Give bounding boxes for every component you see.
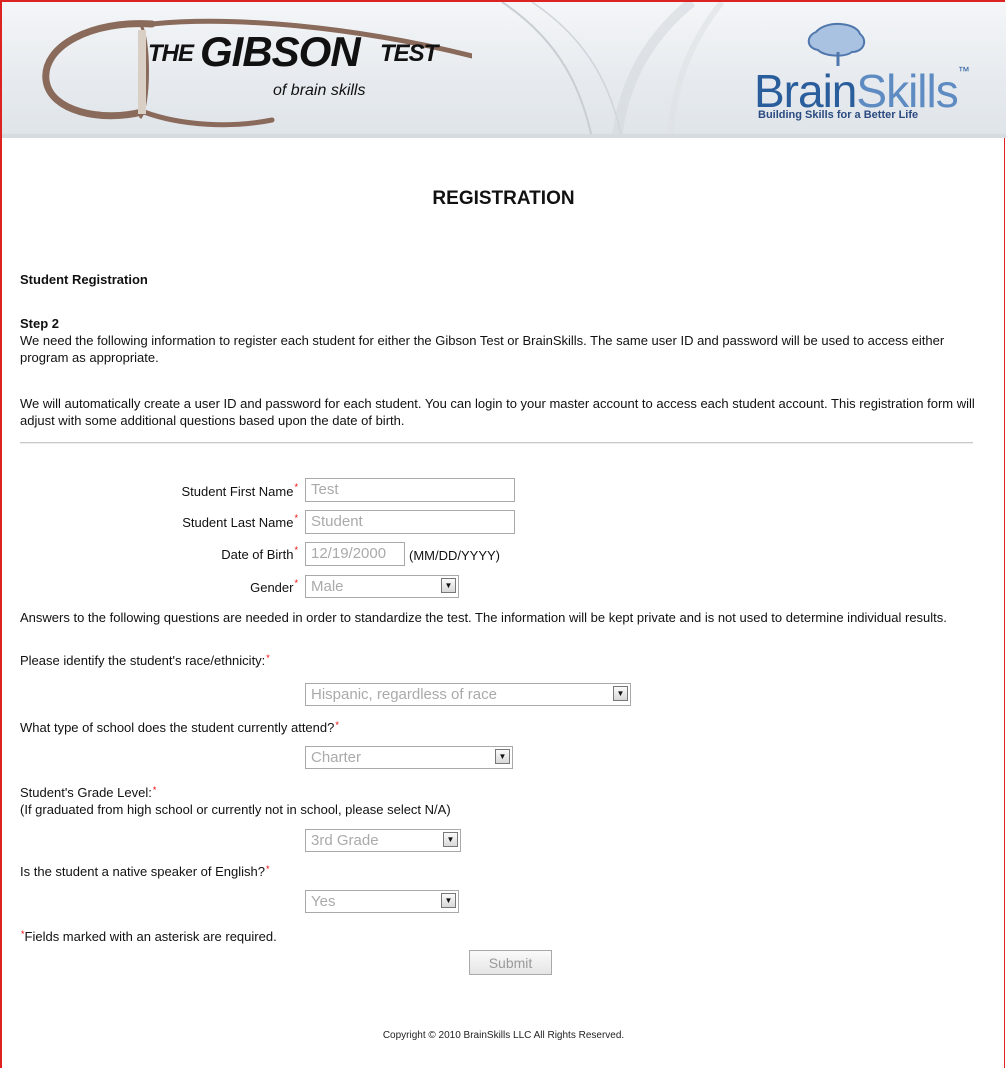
dropdown-arrow-icon[interactable]: ▼ — [613, 686, 628, 701]
native-english-select[interactable]: Yes ▼ — [305, 890, 459, 913]
native-english-label: Is the student a native speaker of Engli… — [20, 864, 270, 879]
page-frame — [0, 0, 1005, 1068]
native-english-selected-value: Yes — [311, 893, 336, 910]
intro-paragraph-1: We need the following information to reg… — [20, 333, 945, 365]
footer-copyright: Copyright © 2010 BrainSkills LLC All Rig… — [382, 1030, 625, 1041]
gibson-logo-the: THE — [148, 40, 194, 67]
dropdown-arrow-icon[interactable]: ▼ — [441, 893, 456, 908]
page-title: REGISTRATION — [432, 188, 575, 209]
school-type-label: What type of school does the student cur… — [20, 720, 339, 735]
last-name-input[interactable]: Student — [305, 510, 515, 534]
step-heading: Step 2 — [20, 316, 60, 331]
gibson-logo-subtitle: of brain skills — [273, 82, 366, 99]
first-name-input[interactable]: Test — [305, 478, 515, 502]
dob-input[interactable]: 12/19/2000 — [305, 542, 405, 566]
intro-paragraph-2: We will automatically create a user ID a… — [20, 396, 975, 428]
gender-selected-value: Male — [311, 578, 344, 595]
dob-format-hint: (MM/DD/YYYY) — [409, 548, 500, 563]
first-name-label: Student First Name* — [181, 482, 298, 499]
gibson-logo-name: GIBSON — [200, 28, 361, 75]
race-selected-value: Hispanic, regardless of race — [311, 686, 497, 703]
school-type-selected-value: Charter — [311, 749, 362, 766]
standardize-note: Answers to the following questions are n… — [20, 610, 947, 625]
submit-button[interactable]: Submit — [469, 950, 552, 975]
dropdown-arrow-icon[interactable]: ▼ — [495, 749, 510, 764]
section-heading: Student Registration — [20, 272, 148, 287]
grade-level-label: Student's Grade Level:* — [20, 785, 157, 800]
dropdown-arrow-icon[interactable]: ▼ — [441, 578, 456, 593]
gender-select[interactable]: Male ▼ — [305, 575, 459, 598]
gibson-logo-test: TEST — [380, 40, 438, 67]
gender-label: Gender* — [250, 578, 298, 595]
dropdown-arrow-icon[interactable]: ▼ — [443, 832, 458, 847]
school-type-select[interactable]: Charter ▼ — [305, 746, 513, 769]
brainskills-tagline: Building Skills for a Better Life — [758, 109, 919, 121]
last-name-label: Student Last Name* — [182, 513, 298, 530]
grade-level-sublabel: (If graduated from high school or curren… — [20, 802, 451, 817]
grade-level-selected-value: 3rd Grade — [311, 832, 379, 849]
grade-level-select[interactable]: 3rd Grade ▼ — [305, 829, 461, 852]
race-label: Please identify the student's race/ethni… — [20, 653, 270, 668]
divider — [20, 442, 973, 444]
dob-label: Date of Birth* — [221, 545, 298, 562]
brainskills-logo-trademark: ™ — [957, 64, 970, 78]
header-banner: THE GIBSON TEST of brain skills BrainSki… — [2, 2, 1006, 138]
race-select[interactable]: Hispanic, regardless of race ▼ — [305, 683, 631, 706]
required-fields-note: *Fields marked with an asterisk are requ… — [21, 929, 277, 944]
